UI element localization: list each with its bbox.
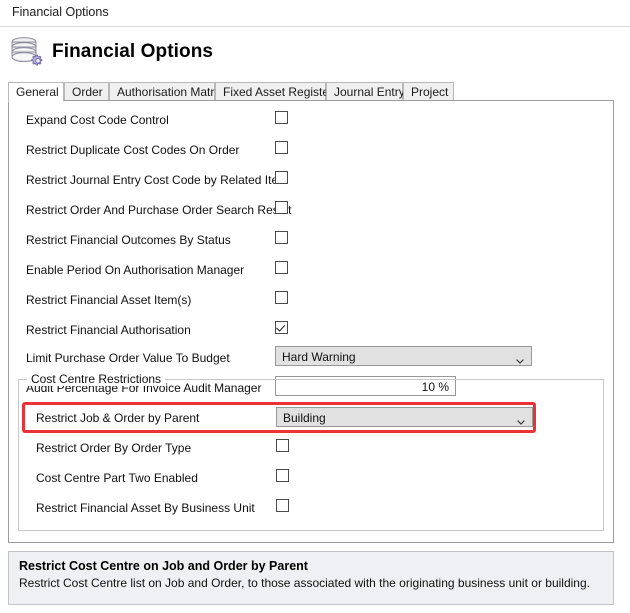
tab-strip: General Order Authorisation Matrix Fixed… [8,82,614,102]
checkbox-cost-centre-part-two-enabled[interactable] [276,469,289,482]
checkbox-restrict-order-by-order-type[interactable] [276,439,289,452]
tab-general-label: General [16,85,59,99]
checkbox-restrict-financial-asset-by-business-unit[interactable] [276,499,289,512]
cost-centre-restrictions-group-title: Cost Centre Restrictions [27,372,166,386]
tab-project-label: Project [411,85,449,99]
checkbox-restrict-journal-entry-cost-code-by-related-item[interactable] [275,171,288,184]
tab-project[interactable]: Project [403,82,454,101]
option-label: Limit Purchase Order Value To Budget [26,351,230,365]
dropdown-value: Hard Warning [282,350,356,364]
option-row-restrict-job-and-order-by-parent: Restrict Job & Order by Parent Building [19,404,623,434]
options-panel: Expand Cost Code Control Restrict Duplic… [8,101,614,543]
option-label: Restrict Order And Purchase Order Search… [26,203,292,217]
window-title: Financial Options [12,5,109,19]
tab-authorisation-matrix-label: Authorisation Matrix [117,85,224,99]
option-row-restrict-order-and-purchase-order-search-result: Restrict Order And Purchase Order Search… [9,196,613,226]
option-label: Cost Centre Part Two Enabled [36,471,198,485]
tab-fixed-asset-register-label: Fixed Asset Register [223,85,334,99]
option-row-restrict-financial-asset-by-business-unit: Restrict Financial Asset By Business Uni… [19,494,623,524]
dropdown-limit-purchase-order-value-to-budget[interactable]: Hard Warning [275,346,532,366]
option-row-restrict-order-by-order-type: Restrict Order By Order Type [19,434,623,464]
tab-fixed-asset-register[interactable]: Fixed Asset Register [215,82,333,101]
tab-general[interactable]: General [8,82,64,102]
option-row-restrict-financial-asset-items: Restrict Financial Asset Item(s) [9,286,613,316]
option-row-restrict-financial-authorisation: Restrict Financial Authorisation [9,316,613,346]
window-title-bar: Financial Options [0,0,630,27]
cost-centre-restrictions-group: Cost Centre Restrictions Restrict Job & … [18,372,604,531]
option-label: Restrict Financial Asset By Business Uni… [36,501,255,515]
info-panel-title: Restrict Cost Centre on Job and Order by… [19,559,308,573]
option-row-enable-period-on-authorisation-manager: Enable Period On Authorisation Manager [9,256,613,286]
option-row-expand-cost-code-control: Expand Cost Code Control [9,106,613,136]
info-panel: Restrict Cost Centre on Job and Order by… [8,551,614,605]
option-row-restrict-duplicate-cost-codes-on-order: Restrict Duplicate Cost Codes On Order [9,136,613,166]
checkbox-restrict-financial-authorisation[interactable] [275,321,288,334]
option-row-cost-centre-part-two-enabled: Cost Centre Part Two Enabled [19,464,623,494]
option-row-restrict-journal-entry-cost-code-by-related-item: Restrict Journal Entry Cost Code by Rela… [9,166,613,196]
option-label: Restrict Financial Authorisation [26,323,191,337]
checkbox-enable-period-on-authorisation-manager[interactable] [275,261,288,274]
option-row-limit-purchase-order-value-to-budget: Limit Purchase Order Value To Budget Har… [9,344,613,374]
database-gear-icon [8,34,50,74]
option-row-restrict-financial-outcomes-by-status: Restrict Financial Outcomes By Status [9,226,613,256]
checkbox-restrict-order-and-purchase-order-search-result[interactable] [275,201,288,214]
checkbox-restrict-financial-outcomes-by-status[interactable] [275,231,288,244]
option-label: Restrict Journal Entry Cost Code by Rela… [26,173,289,187]
checkbox-restrict-duplicate-cost-codes-on-order[interactable] [275,141,288,154]
option-label: Restrict Financial Asset Item(s) [26,293,192,307]
option-label: Restrict Order By Order Type [36,441,192,455]
option-label: Restrict Job & Order by Parent [36,411,200,425]
tab-order[interactable]: Order [64,82,109,101]
checkbox-restrict-financial-asset-items[interactable] [275,291,288,304]
page-title: Financial Options [52,41,214,62]
tab-order-label: Order [72,85,103,99]
dropdown-restrict-job-and-order-by-parent[interactable]: Building [276,407,533,427]
option-label: Expand Cost Code Control [26,113,169,127]
page-header: Financial Options [0,28,630,80]
dropdown-value: Building [283,411,326,425]
option-label: Restrict Financial Outcomes By Status [26,233,231,247]
tab-journal-entry[interactable]: Journal Entry [326,82,405,101]
info-panel-body: Restrict Cost Centre list on Job and Ord… [19,576,590,590]
tab-journal-entry-label: Journal Entry [334,85,405,99]
checkbox-expand-cost-code-control[interactable] [275,111,288,124]
option-label: Restrict Duplicate Cost Codes On Order [26,143,240,157]
tab-authorisation-matrix[interactable]: Authorisation Matrix [109,82,223,101]
chevron-down-icon [517,414,525,425]
chevron-down-icon [516,353,524,364]
option-label: Enable Period On Authorisation Manager [26,263,245,277]
